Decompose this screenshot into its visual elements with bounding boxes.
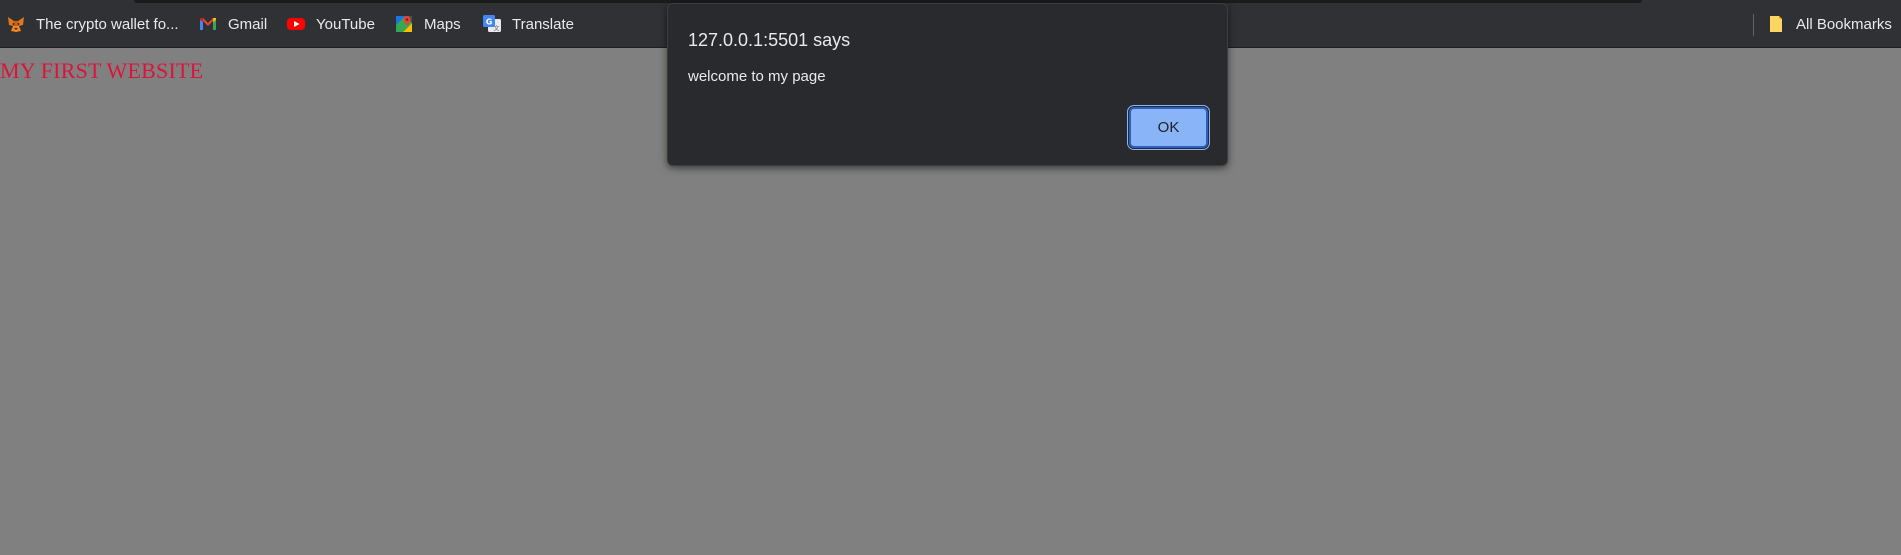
svg-text:文: 文 bbox=[493, 25, 499, 33]
bookmark-label: Gmail bbox=[228, 15, 268, 33]
folder-icon bbox=[1766, 14, 1786, 34]
alert-message: welcome to my page bbox=[688, 68, 826, 85]
bookmark-label: YouTube bbox=[316, 15, 375, 33]
gmail-icon bbox=[198, 14, 218, 34]
bookmark-youtube[interactable]: YouTube bbox=[286, 12, 375, 36]
bookmark-label: Translate bbox=[512, 15, 574, 33]
alert-dialog: 127.0.0.1:5501 says welcome to my page O… bbox=[667, 3, 1228, 166]
bookmark-crypto-wallet[interactable]: The crypto wallet fo... bbox=[6, 12, 179, 36]
all-bookmarks-label: All Bookmarks bbox=[1796, 15, 1892, 33]
bookmarks-divider bbox=[1753, 14, 1754, 36]
svg-text:G: G bbox=[486, 18, 493, 27]
page-heading: MY FIRST WEBSITE bbox=[0, 58, 204, 83]
ok-button[interactable]: OK bbox=[1127, 105, 1210, 150]
alert-title: 127.0.0.1:5501 says bbox=[688, 30, 851, 50]
bookmark-translate[interactable]: G 文 Translate bbox=[482, 12, 574, 36]
bookmark-label: Maps bbox=[424, 15, 461, 33]
bookmark-label: The crypto wallet fo... bbox=[36, 15, 179, 33]
bookmark-maps[interactable]: Maps bbox=[394, 12, 461, 36]
translate-icon: G 文 bbox=[482, 14, 502, 34]
youtube-icon bbox=[286, 14, 306, 34]
maps-icon bbox=[394, 14, 414, 34]
all-bookmarks-button[interactable]: All Bookmarks bbox=[1766, 12, 1892, 36]
fox-icon bbox=[6, 14, 26, 34]
bookmark-gmail[interactable]: Gmail bbox=[198, 12, 267, 36]
